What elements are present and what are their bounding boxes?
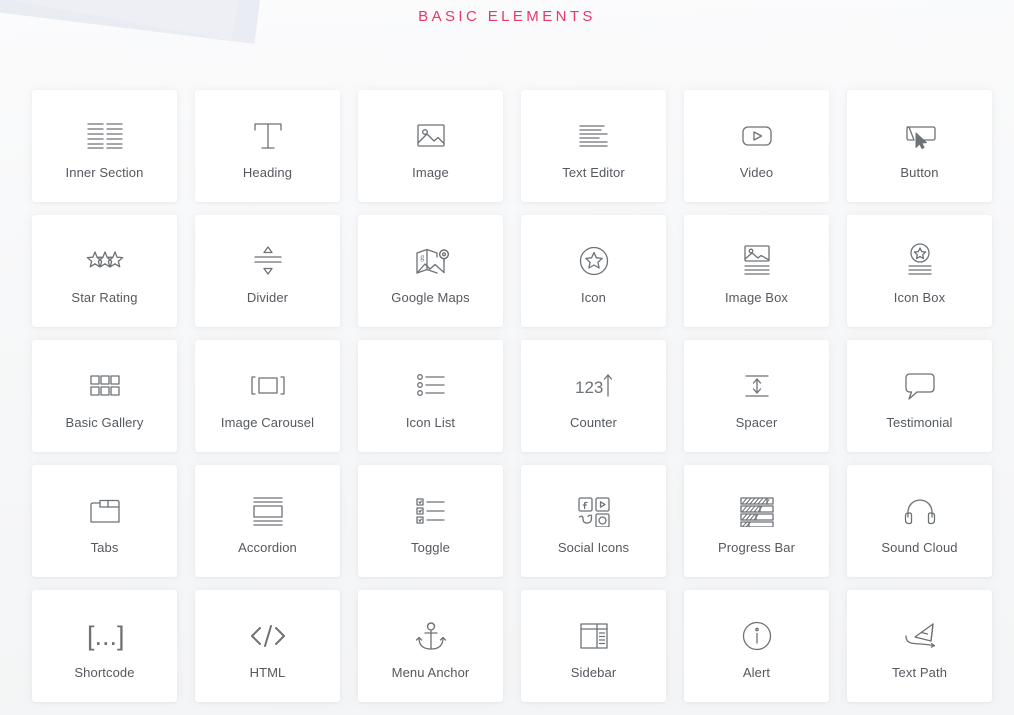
element-card-label: Progress Bar (717, 539, 796, 555)
element-card-html[interactable]: HTML (195, 590, 340, 702)
svg-text:123: 123 (575, 378, 603, 397)
element-card-label: Google Maps (391, 289, 470, 305)
svg-text:g: g (420, 252, 424, 261)
element-card-label: Heading (242, 164, 293, 180)
element-card-counter[interactable]: 123 Counter (521, 340, 666, 452)
icon-list-icon (413, 364, 449, 408)
text-lines-icon (576, 114, 612, 158)
video-play-icon (739, 114, 775, 158)
element-card-label: Inner Section (65, 164, 144, 180)
accordion-icon (250, 489, 286, 533)
page-title: BASIC ELEMENTS (418, 8, 596, 25)
element-card-label: Icon (581, 289, 606, 305)
element-card-label: Image Carousel (220, 414, 315, 430)
element-card-label: Image Box (724, 289, 789, 305)
gallery-grid-icon (87, 364, 123, 408)
element-card-button[interactable]: Button (847, 90, 992, 202)
star-circle-icon (577, 239, 611, 283)
inner-section-icon (85, 114, 125, 158)
elements-panel: BASIC ELEMENTS Inner Section Heading Ima… (0, 0, 1014, 715)
element-card-sidebar[interactable]: Sidebar (521, 590, 666, 702)
element-card-star-rating[interactable]: Star Rating (32, 215, 177, 327)
element-card-progress-bar[interactable]: Progress Bar (684, 465, 829, 577)
element-card-sound-cloud[interactable]: Sound Cloud (847, 465, 992, 577)
element-card-label: Sidebar (570, 664, 617, 680)
button-cursor-icon (901, 114, 939, 158)
element-card-google-maps[interactable]: g Google Maps (358, 215, 503, 327)
element-card-heading[interactable]: Heading (195, 90, 340, 202)
carousel-icon (248, 364, 288, 408)
element-card-text-path[interactable]: Text Path (847, 590, 992, 702)
element-card-image[interactable]: Image (358, 90, 503, 202)
element-card-label: Icon Box (893, 289, 946, 305)
element-card-alert[interactable]: Alert (684, 590, 829, 702)
svg-text:[...]: [...] (87, 621, 125, 651)
element-card-label: Text Path (891, 664, 948, 680)
code-tags-icon (247, 614, 289, 658)
info-circle-icon (740, 614, 774, 658)
element-card-label: Button (900, 164, 939, 180)
elements-grid: Inner Section Heading Image Text Editor … (32, 90, 992, 702)
element-card-label: Text Editor (562, 164, 625, 180)
spacer-arrows-icon (740, 364, 774, 408)
sidebar-layout-icon (577, 614, 611, 658)
element-card-basic-gallery[interactable]: Basic Gallery (32, 340, 177, 452)
element-card-spacer[interactable]: Spacer (684, 340, 829, 452)
heading-t-icon (250, 114, 286, 158)
element-card-toggle[interactable]: Toggle (358, 465, 503, 577)
element-card-label: Menu Anchor (391, 664, 470, 680)
element-card-video[interactable]: Video (684, 90, 829, 202)
element-card-image-box[interactable]: Image Box (684, 215, 829, 327)
element-card-menu-anchor[interactable]: Menu Anchor (358, 590, 503, 702)
element-card-social-icons[interactable]: Social Icons (521, 465, 666, 577)
element-card-label: Sound Cloud (881, 539, 958, 555)
icon-box-icon (902, 239, 938, 283)
shortcode-brackets-icon: [...] (83, 614, 127, 658)
element-card-label: Shortcode (74, 664, 135, 680)
element-card-tabs[interactable]: Tabs (32, 465, 177, 577)
element-card-label: Video (739, 164, 774, 180)
element-card-label: Toggle (411, 539, 450, 555)
element-card-icon-box[interactable]: Icon Box (847, 215, 992, 327)
counter-123-arrow-icon: 123 (573, 364, 615, 408)
progress-bars-icon (738, 489, 776, 533)
element-card-icon[interactable]: Icon (521, 215, 666, 327)
element-card-image-carousel[interactable]: Image Carousel (195, 340, 340, 452)
social-icons-icon (575, 489, 613, 533)
element-card-shortcode[interactable]: [...] Shortcode (32, 590, 177, 702)
text-path-icon (900, 614, 940, 658)
three-stars-icon (84, 239, 126, 283)
element-card-label: Tabs (90, 539, 119, 555)
element-card-inner-section[interactable]: Inner Section (32, 90, 177, 202)
element-card-label: Alert (742, 664, 771, 680)
tabs-folder-icon (86, 489, 124, 533)
toggle-list-icon (413, 489, 449, 533)
element-card-label: Spacer (735, 414, 778, 430)
element-card-testimonial[interactable]: Testimonial (847, 340, 992, 452)
element-card-divider[interactable]: Divider (195, 215, 340, 327)
element-card-label: Social Icons (557, 539, 630, 555)
element-card-label: Accordion (238, 539, 297, 555)
headphones-icon (903, 489, 937, 533)
element-card-label: Counter (570, 414, 617, 430)
element-card-label: Icon List (405, 414, 456, 430)
element-card-label: Testimonial (886, 414, 953, 430)
element-card-text-editor[interactable]: Text Editor (521, 90, 666, 202)
image-picture-icon (414, 114, 448, 158)
element-card-label: HTML (249, 664, 286, 680)
element-card-label: Basic Gallery (65, 414, 144, 430)
element-card-label: Divider (246, 289, 289, 305)
element-card-icon-list[interactable]: Icon List (358, 340, 503, 452)
divider-arrows-icon (251, 239, 285, 283)
anchor-icon (414, 614, 448, 658)
element-card-accordion[interactable]: Accordion (195, 465, 340, 577)
image-box-icon (739, 239, 775, 283)
element-card-label: Image (412, 164, 449, 180)
map-pin-icon: g (413, 239, 449, 283)
speech-bubble-icon (902, 364, 938, 408)
element-card-label: Star Rating (71, 289, 138, 305)
